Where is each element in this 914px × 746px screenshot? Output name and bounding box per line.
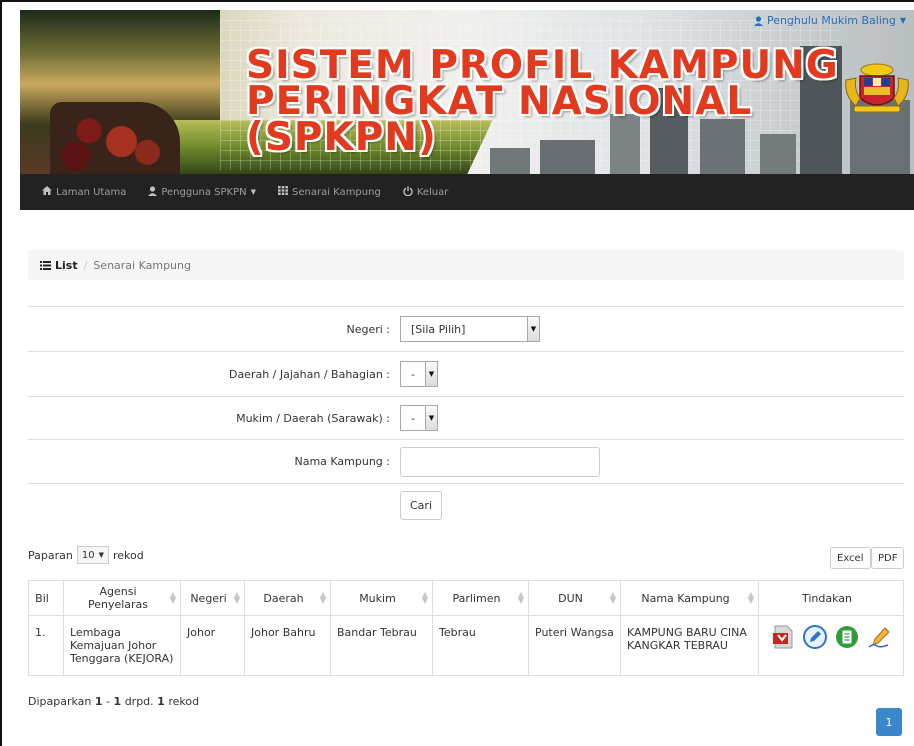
negeri-label: Negeri : <box>346 322 390 336</box>
breadcrumb-separator: / <box>83 258 88 272</box>
list-icon <box>40 260 51 270</box>
form-row-search: Cari <box>28 483 904 527</box>
breadcrumb: List / Senarai Kampung <box>28 250 904 280</box>
mukim-select[interactable]: - ▼ <box>400 405 438 431</box>
chevron-down-icon: ▼ <box>424 406 437 430</box>
column-header-parlimen[interactable]: Parlimen ▲ ▼ <box>432 580 529 616</box>
nav-item-label: Keluar <box>416 186 449 198</box>
table-header-row: Bil Agensi Penyelaras ▲ ▼ Negeri ▲ ▼ Daerah ▲… <box>28 580 904 616</box>
page-size-prefix: Paparan <box>28 548 73 562</box>
negeri-select[interactable]: [Sila Pilih] ▼ <box>400 316 540 342</box>
header-banner: SISTEM PROFIL KAMPUNG PERINGKAT NASIONAL… <box>20 10 914 174</box>
form-row-daerah: Daerah / Jajahan / Bahagian : - ▼ <box>28 351 904 396</box>
nav-item-label: Senarai Kampung <box>292 186 381 198</box>
nav-item-label: Laman Utama <box>56 186 127 198</box>
village-table: Bil Agensi Penyelaras ▲ ▼ Negeri ▲ ▼ Daerah ▲… <box>28 580 904 676</box>
cell-tindakan <box>758 615 904 676</box>
summary-to: 1 <box>113 695 122 708</box>
daerah-select-value: - <box>411 367 415 381</box>
nav-item-keluar[interactable]: Keluar <box>403 186 449 199</box>
user-icon <box>148 185 158 199</box>
caret-down-icon: ▼ <box>98 551 104 559</box>
kampung-input[interactable] <box>400 446 600 477</box>
page-size-select[interactable]: 10 ▼ <box>76 546 109 564</box>
nav-item-label: Pengguna SPKPN <box>161 186 247 198</box>
sort-icon: ▲ ▼ <box>421 590 428 605</box>
nav-item-pengguna-spkpn[interactable]: Pengguna SPKPN ▼ <box>148 185 257 199</box>
user-menu[interactable]: Penghulu Mukim Baling ▼ <box>753 14 906 27</box>
records-summary: Dipaparkan 1 - 1 drpd. 1 rekod <box>28 695 200 708</box>
chevron-down-icon: ▼ <box>424 362 437 386</box>
excel-button[interactable]: Excel <box>830 547 871 569</box>
pdf-button[interactable]: PDF <box>871 547 905 569</box>
cell-mukim: Bandar Tebrau <box>330 615 433 676</box>
pagination-page-1[interactable]: 1 <box>876 708 902 736</box>
sort-icon: ▲ ▼ <box>517 590 524 605</box>
breadcrumb-root[interactable]: List <box>40 259 78 272</box>
breadcrumb-current: Senarai Kampung <box>93 258 191 272</box>
cell-daerah: Johor Bahru <box>244 615 331 676</box>
cell-bil: 1. <box>28 615 64 676</box>
home-icon <box>42 186 52 198</box>
breadcrumb-root-label: List <box>55 258 78 272</box>
column-header-negeri[interactable]: Negeri ▲ ▼ <box>180 580 245 616</box>
cell-agensi: Lembaga Kemajuan Johor Tenggara (KEJORA) <box>63 615 181 676</box>
form-row-negeri: Negeri : [Sila Pilih] ▼ <box>28 306 904 351</box>
table-row: 1. Lembaga Kemajuan Johor Tenggara (KEJO… <box>28 615 904 676</box>
pdf-report-icon[interactable] <box>770 624 796 653</box>
nav-item-laman-utama[interactable]: Laman Utama <box>42 186 126 198</box>
power-icon <box>403 186 413 199</box>
sort-icon: ▲ ▼ <box>319 590 326 605</box>
site-title: SISTEM PROFIL KAMPUNG PERINGKAT NASIONAL… <box>246 46 839 160</box>
banner-palm-fruit-image <box>50 102 180 174</box>
page-size-control: Paparan 10 ▼ rekod <box>28 546 144 564</box>
form-row-kampung: Nama Kampung : <box>28 439 904 483</box>
cell-parlimen: Tebrau <box>432 615 529 676</box>
sort-icon: ▲ ▼ <box>609 590 616 605</box>
user-menu-label: Penghulu Mukim Baling <box>766 14 896 27</box>
summary-total: 1 <box>157 695 165 708</box>
sort-icon: ▲ ▼ <box>747 590 754 605</box>
daerah-select[interactable]: - ▼ <box>400 361 438 387</box>
nav-item-senarai-kampung[interactable]: Senarai Kampung <box>278 186 381 198</box>
column-header-daerah[interactable]: Daerah ▲ ▼ <box>244 580 331 616</box>
column-header-nama-kampung[interactable]: Nama Kampung ▲ ▼ <box>620 580 759 616</box>
column-header-dun[interactable]: DUN ▲ ▼ <box>528 580 621 616</box>
sort-icon: ▲ ▼ <box>169 590 176 605</box>
edit-icon[interactable] <box>802 624 828 653</box>
column-header-mukim[interactable]: Mukim ▲ ▼ <box>330 580 433 616</box>
view-document-icon[interactable] <box>834 624 860 653</box>
cell-negeri: Johor <box>180 615 245 676</box>
column-header-bil[interactable]: Bil <box>28 580 64 616</box>
pen-sign-icon[interactable] <box>866 624 892 653</box>
column-header-agensi[interactable]: Agensi Penyelaras ▲ ▼ <box>63 580 181 616</box>
form-row-mukim: Mukim / Daerah (Sarawak) : - ▼ <box>28 396 904 439</box>
column-header-tindakan: Tindakan <box>758 580 904 616</box>
search-button[interactable]: Cari <box>400 491 442 520</box>
summary-from: 1 <box>94 695 103 708</box>
caret-down-icon: ▼ <box>899 16 906 25</box>
mukim-label: Mukim / Daerah (Sarawak) : <box>236 411 390 425</box>
grid-icon <box>278 186 289 198</box>
cell-dun: Puteri Wangsa <box>528 615 621 676</box>
daerah-label: Daerah / Jajahan / Bahagian : <box>228 367 390 381</box>
kampung-label: Nama Kampung : <box>294 455 390 468</box>
main-navbar: Laman Utama Pengguna SPKPN ▼ Senarai Kam… <box>20 174 914 210</box>
malaysia-coat-of-arms-icon <box>842 62 912 114</box>
chevron-down-icon: ▼ <box>527 317 539 341</box>
sort-icon: ▲ ▼ <box>233 590 240 605</box>
cell-nama-kampung: KAMPUNG BARU CINA KANGKAR TEBRAU <box>620 615 759 676</box>
caret-down-icon: ▼ <box>250 188 257 196</box>
mukim-select-value: - <box>411 411 415 425</box>
page-size-value: 10 <box>81 549 95 561</box>
site-title-line: (SPKPN) <box>246 115 437 160</box>
negeri-select-value: [Sila Pilih] <box>411 322 466 336</box>
page-size-suffix: rekod <box>112 548 144 562</box>
user-icon <box>753 15 763 26</box>
